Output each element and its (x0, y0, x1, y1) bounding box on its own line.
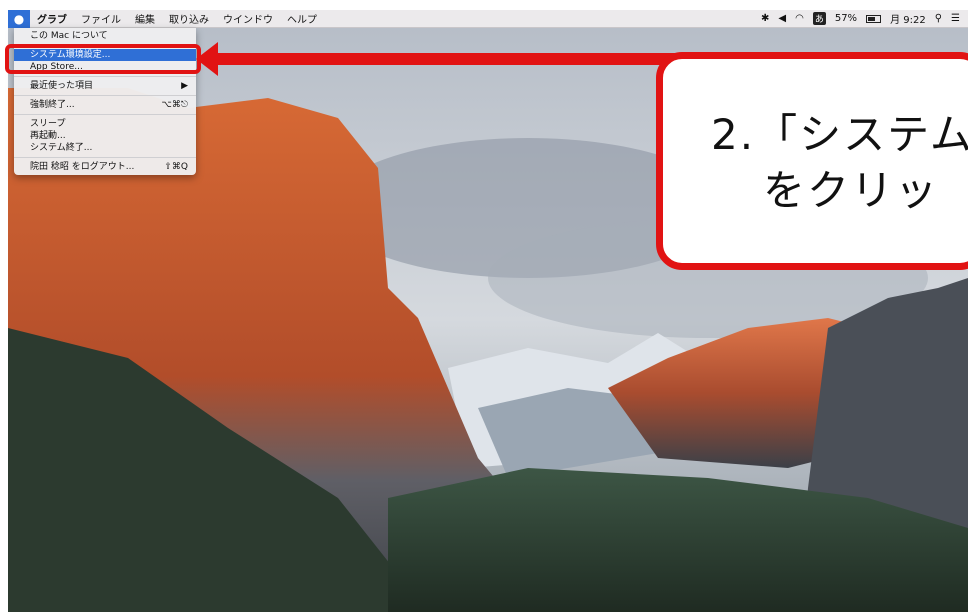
instruction-callout: 2.「システム をクリッ (656, 52, 968, 270)
notification-center-icon[interactable]: ☰ (951, 13, 960, 24)
battery-icon[interactable] (866, 14, 882, 23)
menu-item-label: この Mac について (30, 31, 108, 41)
menu-item-sleep[interactable]: スリープ (14, 118, 196, 130)
menu-separator (14, 76, 196, 77)
menu-item-log-out[interactable]: 院田 稔昭 をログアウト... ⇧⌘Q (14, 161, 196, 173)
callout-line-1: 2.「システム (711, 110, 968, 159)
menu-import[interactable]: 取り込み (162, 11, 216, 26)
menu-item-label: 再起動... (30, 131, 66, 141)
apple-icon[interactable]: ● (8, 9, 30, 28)
menu-separator (14, 114, 196, 115)
menu-item-restart[interactable]: 再起動... (14, 130, 196, 142)
battery-percent[interactable]: 57% (835, 13, 857, 24)
menu-item-force-quit[interactable]: 強制終了... ⌥⌘⎋ (14, 99, 196, 111)
bluetooth-icon[interactable]: ✱ (761, 13, 769, 24)
menu-item-label: システム終了... (30, 143, 93, 153)
menu-item-label: 最近使った項目 (30, 81, 94, 91)
menu-shortcut: ⌥⌘⎋ (161, 100, 189, 110)
wifi-icon[interactable]: ◠ (795, 13, 804, 24)
menu-separator (14, 95, 196, 96)
menu-item-recent-items[interactable]: 最近使った項目 ▶ (14, 80, 196, 92)
arrow-head-icon (196, 42, 218, 76)
clock[interactable]: 月 9:22 (890, 11, 926, 26)
callout-line-2: をクリッ (763, 166, 940, 215)
menu-app-name[interactable]: グラブ (30, 11, 74, 26)
menu-item-about-mac[interactable]: この Mac について (14, 30, 196, 42)
volume-icon[interactable]: ◀ (778, 13, 786, 24)
menu-window[interactable]: ウインドウ (216, 11, 280, 26)
menu-shortcut: ⇧⌘Q (164, 162, 188, 172)
highlight-box (5, 44, 201, 74)
input-method-icon[interactable]: あ (812, 12, 826, 25)
menu-item-shut-down[interactable]: システム終了... (14, 142, 196, 154)
menu-item-label: スリープ (30, 119, 66, 129)
menu-item-label: 院田 稔昭 をログアウト... (30, 162, 135, 172)
menu-edit[interactable]: 編集 (128, 11, 162, 26)
menu-item-label: 強制終了... (30, 100, 75, 110)
submenu-arrow-icon: ▶ (181, 81, 188, 91)
pointer-arrow (214, 53, 676, 65)
menu-help[interactable]: ヘルプ (280, 11, 324, 26)
menu-bar: ● グラブ ファイル 編集 取り込み ウインドウ ヘルプ ✱ ◀ ◠ あ 57%… (8, 9, 968, 28)
menu-file[interactable]: ファイル (74, 11, 128, 26)
menu-separator (14, 157, 196, 158)
search-icon[interactable]: ⚲ (935, 13, 942, 24)
